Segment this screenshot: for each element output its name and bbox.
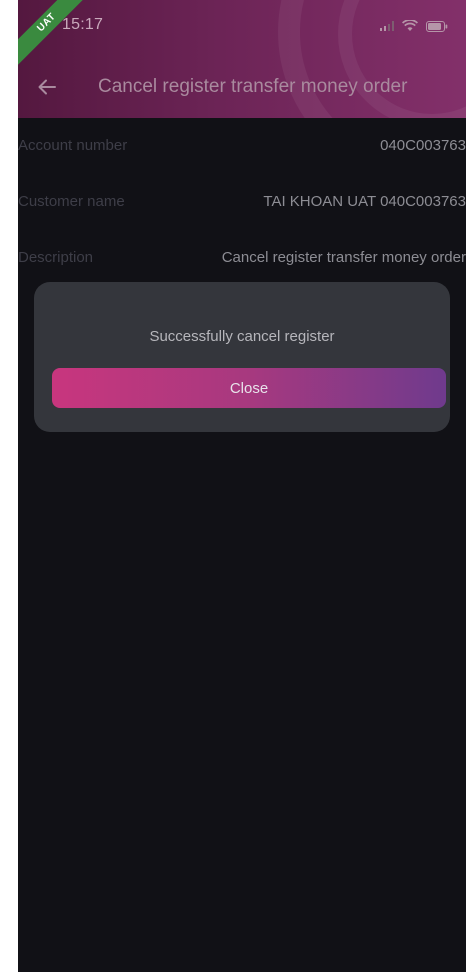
detail-row-account-number: Account number 040C003763 [18, 131, 466, 161]
detail-label: Account number [18, 137, 128, 154]
status-bar: UAT 15:17 [18, 0, 466, 69]
detail-row-description: Description Cancel register transfer mon… [18, 243, 466, 273]
phone-screen: UAT 15:17 Cancel register transfer money… [18, 0, 466, 972]
app-bar: Cancel register transfer money order [18, 60, 466, 114]
header-background: UAT 15:17 Cancel register transfer money… [18, 0, 466, 118]
detail-value: Cancel register transfer money order [221, 249, 466, 266]
status-icons [380, 20, 448, 32]
page-title: Cancel register transfer money order [98, 76, 408, 97]
success-dialog: Successfully cancel register Close [34, 282, 450, 432]
battery-icon [426, 20, 448, 32]
arrow-left-icon[interactable] [34, 74, 60, 100]
detail-value: TAI KHOAN UAT 040C003763 [263, 193, 466, 210]
close-button[interactable]: Close [52, 368, 446, 408]
wifi-icon [402, 20, 418, 31]
uat-badge: UAT [18, 0, 93, 69]
signal-icon [380, 21, 394, 31]
status-time: 15:17 [62, 16, 104, 33]
dialog-message: Successfully cancel register [149, 328, 335, 345]
detail-value: 040C003763 [380, 137, 466, 154]
detail-label: Description [18, 249, 94, 266]
detail-label: Customer name [18, 193, 125, 210]
detail-row-customer-name: Customer name TAI KHOAN UAT 040C003763 [18, 187, 466, 217]
